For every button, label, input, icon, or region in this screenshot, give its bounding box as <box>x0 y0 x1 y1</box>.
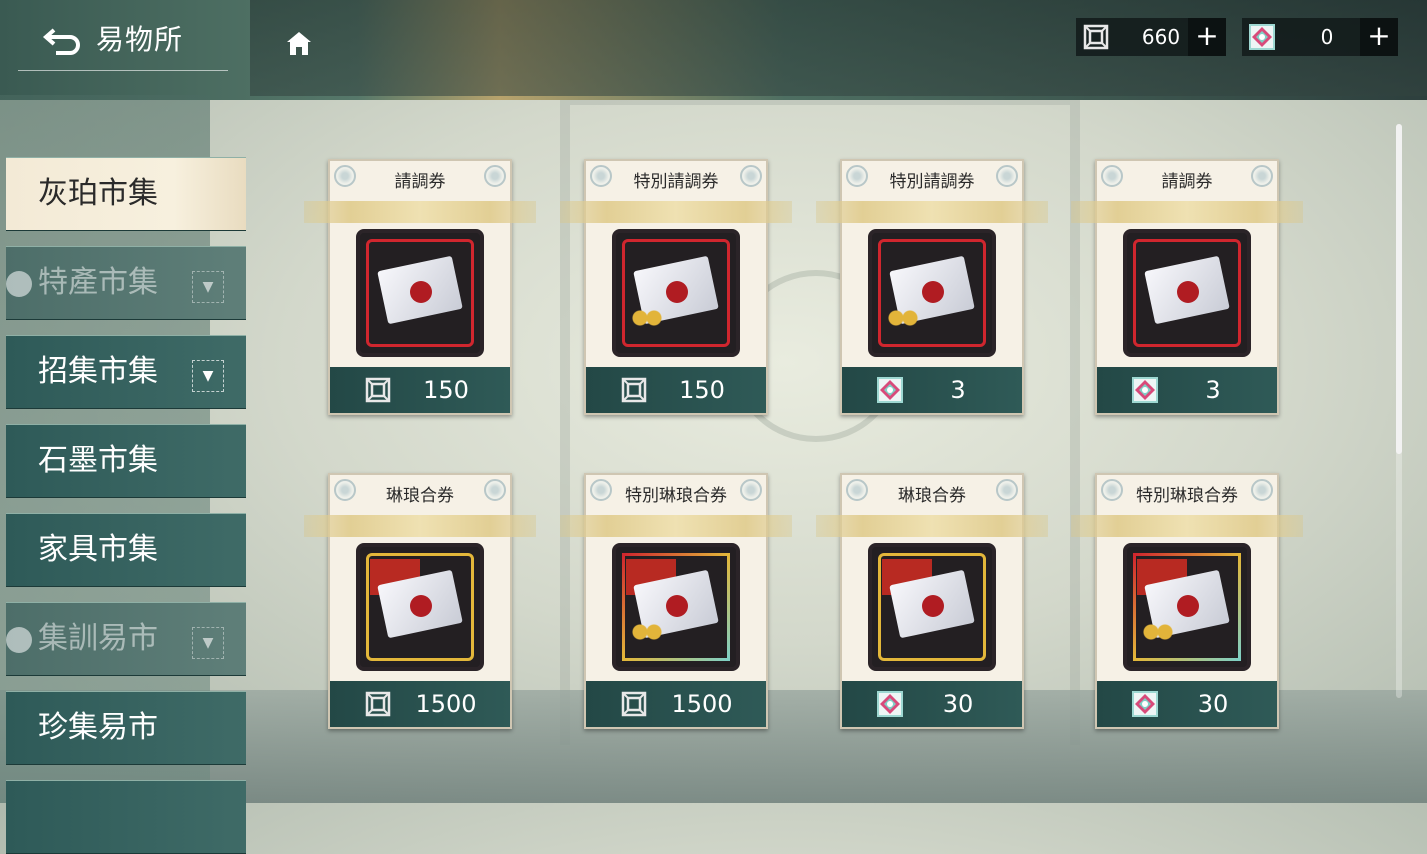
gem-ticket-icon <box>1132 377 1158 403</box>
card-ribbon <box>560 515 792 537</box>
page-title: 易物所 <box>96 23 184 56</box>
shop-item-card[interactable]: 特別請調券 150 <box>560 159 792 415</box>
currency-gem-ticket: 0 + <box>1242 18 1398 56</box>
item-image-frame <box>1123 543 1251 671</box>
price-bar: 150 <box>586 367 766 413</box>
item-price: 3 <box>950 376 966 404</box>
item-price: 150 <box>423 376 469 404</box>
shop-item-card[interactable]: 特別琳琅合券 1500 <box>560 473 792 729</box>
item-name: 特別請調券 <box>633 172 719 192</box>
coin-ticket-icon <box>365 691 391 717</box>
sidebar-item-huipo-market[interactable]: 灰珀市集 <box>6 157 246 231</box>
currency-coin-ticket: 660 + <box>1076 18 1226 56</box>
item-image-frame <box>612 543 740 671</box>
sidebar-item-next[interactable] <box>6 780 246 854</box>
shop-item-card[interactable]: 特別琳琅合券 30 <box>1071 473 1303 729</box>
home-icon <box>287 32 311 55</box>
home-button[interactable] <box>284 28 314 58</box>
item-image-frame <box>1123 229 1251 357</box>
gem-ticket-icon <box>1132 691 1158 717</box>
sidebar-item-label: 集訓易市 <box>38 621 158 656</box>
item-name: 請調券 <box>394 172 446 192</box>
price-bar: 3 <box>842 367 1022 413</box>
card-ribbon <box>304 201 536 223</box>
sidebar-item-graphite-market[interactable]: 石墨市集 <box>6 424 246 498</box>
sidebar-item-label: 石墨市集 <box>38 443 158 478</box>
shop-item-card[interactable]: 特別請調券 3 <box>816 159 1048 415</box>
item-image-frame <box>868 543 996 671</box>
card-ribbon <box>1071 201 1303 223</box>
title-underline <box>18 70 228 71</box>
price-bar: 150 <box>330 367 510 413</box>
item-price: 30 <box>942 690 974 718</box>
item-price: 1500 <box>671 690 733 718</box>
item-image-frame <box>356 543 484 671</box>
price-bar: 30 <box>842 681 1022 727</box>
scrollbar-thumb[interactable] <box>1396 124 1402 454</box>
item-image-frame <box>868 229 996 357</box>
chevron-down-icon[interactable]: ▼ <box>192 271 224 303</box>
shop-item-card[interactable]: 請調券 3 <box>1071 159 1303 415</box>
add-coin-ticket-button[interactable]: + <box>1188 18 1226 56</box>
sidebar-item-recruit-market[interactable]: 招集市集 ▼ <box>6 335 246 409</box>
price-bar: 1500 <box>330 681 510 727</box>
add-gem-ticket-button[interactable]: + <box>1360 18 1398 56</box>
shop-item-card[interactable]: 琳琅合券 1500 <box>304 473 536 729</box>
back-button[interactable] <box>42 22 86 56</box>
item-price: 3 <box>1205 376 1221 404</box>
shop-item-card[interactable]: 琳琅合券 30 <box>816 473 1048 729</box>
sidebar-item-training-market[interactable]: 集訓易市 ▼ <box>6 602 246 676</box>
card-ribbon <box>304 515 536 537</box>
card-ribbon <box>816 201 1048 223</box>
item-image-frame <box>612 229 740 357</box>
chevron-down-icon[interactable]: ▼ <box>192 360 224 392</box>
gem-ticket-count: 0 <box>1320 25 1334 49</box>
scrollbar[interactable] <box>1396 124 1402 698</box>
item-name: 琳琅合券 <box>386 486 454 506</box>
sidebar-item-specialty-market[interactable]: 特產市集 ▼ <box>6 246 246 320</box>
coin-ticket-icon <box>1083 24 1109 50</box>
sidebar-item-label: 招集市集 <box>38 354 158 389</box>
card-ribbon <box>560 201 792 223</box>
coin-ticket-icon <box>621 377 647 403</box>
chevron-down-icon[interactable]: ▼ <box>192 627 224 659</box>
sidebar-item-furniture-market[interactable]: 家具市集 <box>6 513 246 587</box>
card-ribbon <box>1071 515 1303 537</box>
back-arrow-icon <box>42 28 80 55</box>
item-name: 請調券 <box>1161 172 1213 192</box>
card-ribbon <box>816 515 1048 537</box>
item-price: 150 <box>679 376 725 404</box>
item-price: 1500 <box>415 690 477 718</box>
gem-ticket-icon <box>877 377 903 403</box>
sidebar-item-label: 灰珀市集 <box>38 176 158 211</box>
item-name: 特別請調券 <box>889 172 975 192</box>
price-bar: 30 <box>1097 681 1277 727</box>
coin-ticket-icon <box>621 691 647 717</box>
sidebar-item-treasure-market[interactable]: 珍集易市 <box>6 691 246 765</box>
item-image-frame <box>356 229 484 357</box>
price-bar: 1500 <box>586 681 766 727</box>
item-name: 特別琳琅合券 <box>625 486 727 506</box>
sidebar-item-label: 特產市集 <box>38 265 158 300</box>
item-name: 琳琅合券 <box>898 486 966 506</box>
sidebar-item-label: 珍集易市 <box>38 710 158 745</box>
coin-ticket-icon <box>365 377 391 403</box>
shop-item-card[interactable]: 請調券 150 <box>304 159 536 415</box>
lock-icon <box>6 271 32 297</box>
item-name: 特別琳琅合券 <box>1136 486 1238 506</box>
gem-ticket-icon <box>1249 24 1275 50</box>
price-bar: 3 <box>1097 367 1277 413</box>
gem-ticket-icon <box>877 691 903 717</box>
item-price: 30 <box>1197 690 1229 718</box>
sidebar-item-label: 家具市集 <box>38 532 158 567</box>
lock-icon <box>6 627 32 653</box>
